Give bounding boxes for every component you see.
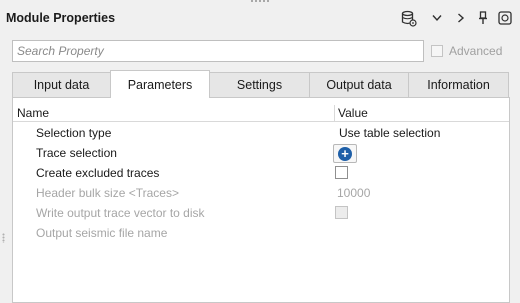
property-row-trace-selection[interactable]: Trace selection + — [13, 143, 509, 163]
property-row-output-seismic-file-name: Output seismic file name — [13, 223, 509, 243]
grid-header: Name Value — [13, 105, 509, 122]
tab-label: Information — [427, 78, 490, 92]
add-trace-selection-button[interactable]: + — [333, 144, 357, 163]
property-value-dropdown[interactable]: Use table selection — [339, 126, 440, 140]
column-header-name[interactable]: Name — [17, 106, 49, 120]
tab-settings[interactable]: Settings — [209, 72, 310, 97]
search-input[interactable] — [13, 41, 423, 61]
create-excluded-traces-checkbox[interactable] — [335, 166, 348, 179]
property-name: Write output trace vector to disk — [36, 206, 205, 220]
property-name: Create excluded traces — [36, 166, 160, 180]
tab-label: Input data — [33, 78, 90, 92]
property-name: Trace selection — [36, 146, 117, 160]
property-name: Selection type — [36, 126, 112, 140]
title-bar: Module Properties — [0, 0, 520, 36]
plus-icon: + — [338, 146, 352, 161]
close-icon[interactable] — [496, 9, 514, 27]
property-row-selection-type[interactable]: Selection type Use table selection — [13, 123, 509, 143]
property-row-create-excluded-traces[interactable]: Create excluded traces — [13, 163, 509, 183]
window-title: Module Properties — [6, 11, 116, 25]
write-output-trace-vector-checkbox — [335, 206, 348, 219]
property-name: Output seismic file name — [36, 226, 168, 240]
column-header-value[interactable]: Value — [338, 106, 368, 120]
property-value: 10000 — [337, 186, 371, 200]
property-row-write-output-trace-vector: Write output trace vector to disk — [13, 203, 509, 223]
property-name: Header bulk size <Traces> — [36, 186, 179, 200]
property-grid: Name Value Selection type Use table sele… — [12, 97, 510, 303]
tab-parameters[interactable]: Parameters — [110, 70, 210, 98]
property-row-header-bulk-size: Header bulk size <Traces> 10000 — [13, 183, 509, 203]
advanced-toggle[interactable]: Advanced — [431, 44, 502, 58]
chevron-right-icon[interactable] — [452, 9, 470, 27]
advanced-checkbox[interactable] — [431, 45, 443, 57]
chevron-down-icon[interactable] — [428, 9, 446, 27]
resize-grip[interactable] — [2, 233, 5, 243]
tab-output-data[interactable]: Output data — [309, 72, 409, 97]
tab-input-data[interactable]: Input data — [12, 72, 111, 97]
database-settings-icon[interactable] — [400, 9, 418, 27]
tab-label: Parameters — [127, 77, 193, 92]
tab-information[interactable]: Information — [408, 72, 509, 97]
search-box — [12, 40, 424, 62]
tab-bar: Input data Parameters Settings Output da… — [12, 70, 510, 98]
pin-icon[interactable] — [474, 9, 492, 27]
tab-label: Settings — [236, 78, 283, 92]
tab-label: Output data — [326, 78, 392, 92]
column-divider[interactable] — [334, 105, 335, 121]
drag-grip[interactable] — [250, 0, 270, 3]
advanced-label: Advanced — [449, 44, 503, 58]
